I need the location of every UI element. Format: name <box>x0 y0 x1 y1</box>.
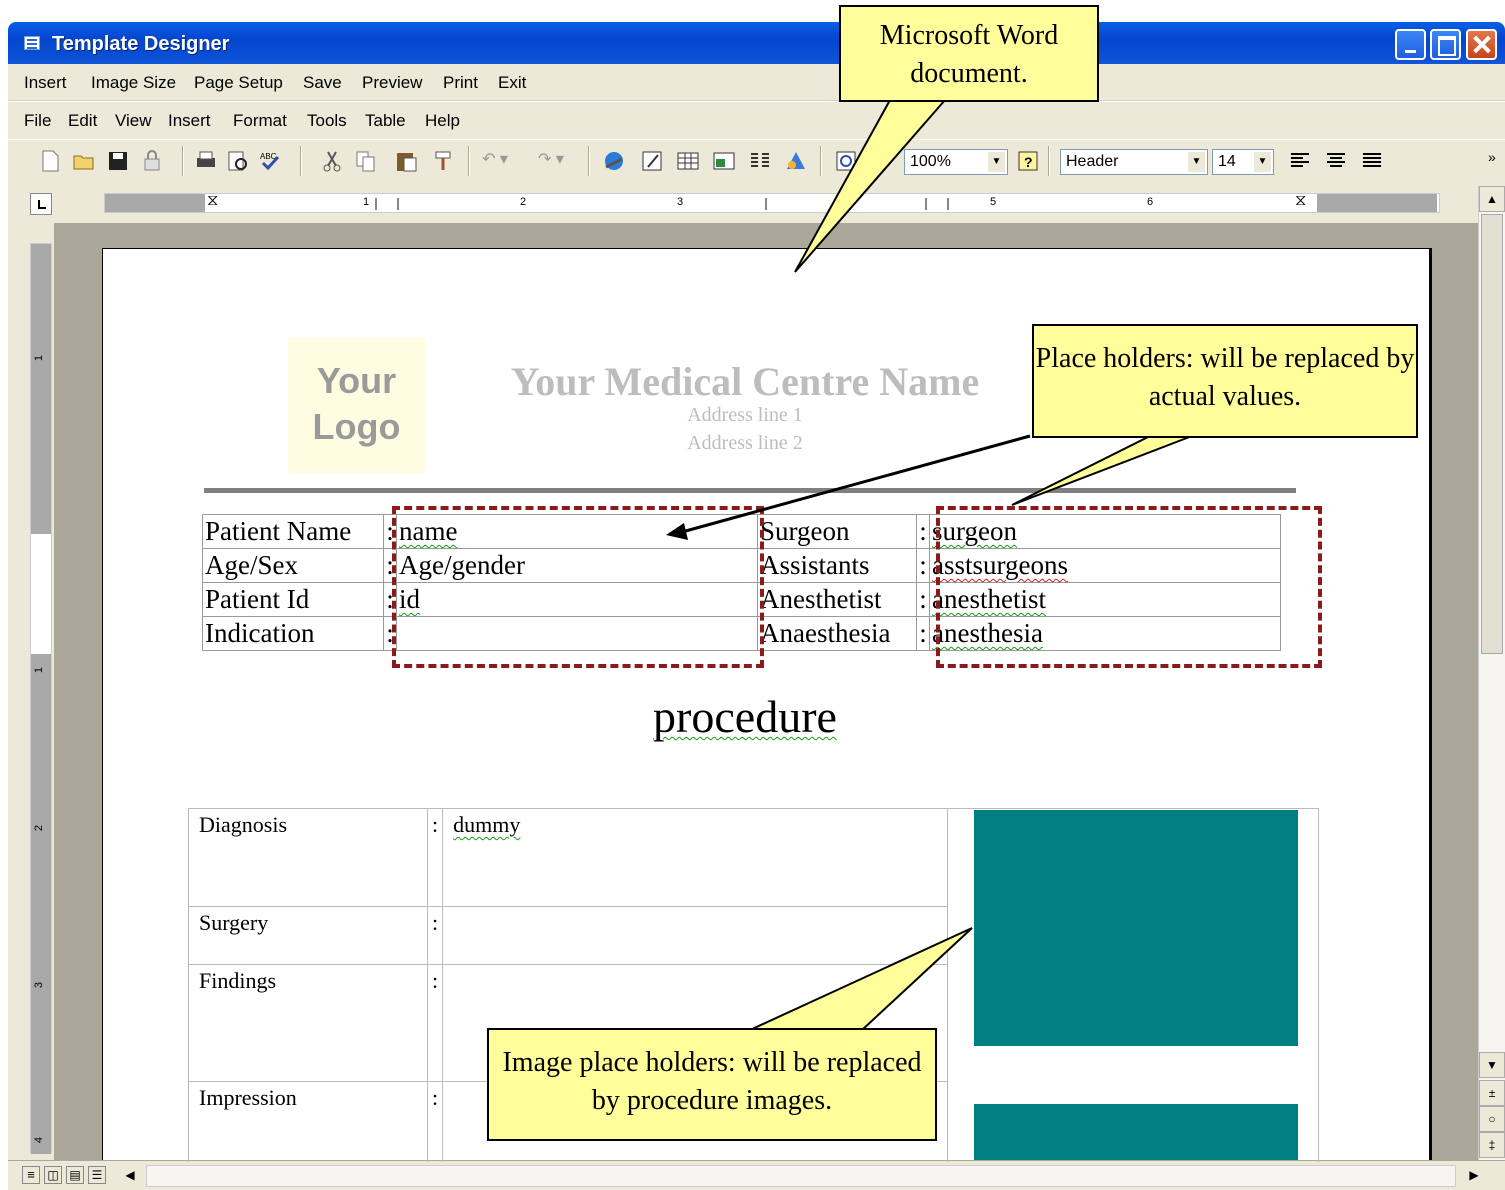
callout-placeholders: Place holders: will be replaced by actua… <box>1032 324 1418 438</box>
callout-image-placeholders: Image place holders: will be replaced by… <box>487 1028 937 1141</box>
callout-word-document: Microsoft Word document. <box>839 5 1099 102</box>
callout-pointers <box>666 99 1193 1031</box>
